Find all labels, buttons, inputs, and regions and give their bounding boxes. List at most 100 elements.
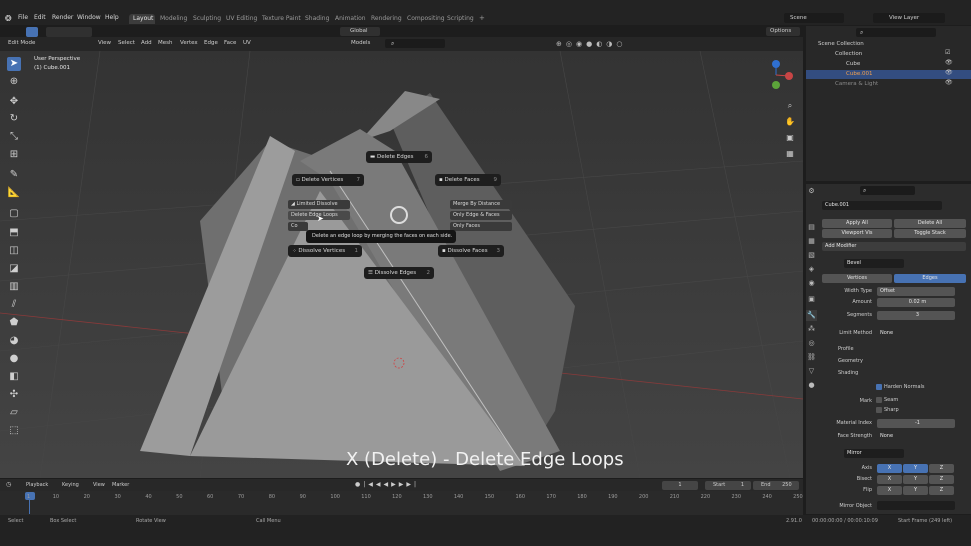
profile-subpanel[interactable]: Profile — [838, 346, 854, 352]
add-workspace-icon[interactable]: + — [479, 14, 485, 22]
delete-all-button[interactable]: Delete All — [894, 219, 966, 228]
mirror-modifier-name[interactable]: Mirror — [844, 449, 904, 458]
pie-dissolve-faces[interactable]: ▪ Dissolve Faces 3 — [438, 245, 504, 257]
geometry-subpanel[interactable]: Geometry — [838, 358, 863, 364]
smooth-tool[interactable]: ● — [7, 352, 21, 366]
viewport-search-input[interactable]: ⌕ — [385, 39, 445, 48]
constraints-tab-icon[interactable]: ⛓ — [806, 352, 817, 363]
pie-limited-dissolve[interactable]: ◢ Limited Dissolve — [288, 200, 350, 209]
viewport-vis-button[interactable]: Viewport Vis — [822, 229, 892, 238]
menu-mesh[interactable]: Mesh — [158, 40, 172, 46]
outliner-cube-001[interactable]: Cube.001 — [846, 70, 872, 79]
poly-build-tool[interactable]: ⬟ — [7, 316, 21, 330]
pie-only-faces[interactable]: Only Faces — [450, 222, 512, 231]
apply-all-button[interactable]: Apply All — [822, 219, 892, 228]
add-cube-tool[interactable]: ▢ — [7, 207, 21, 221]
cursor-tool[interactable]: ⊕ — [7, 75, 21, 89]
material-tab-icon[interactable]: ● — [806, 380, 817, 391]
visibility-icons[interactable]: ☑ 👁 👁 👁 — [945, 48, 953, 88]
scale-tool[interactable]: ⤡ — [7, 130, 21, 144]
sharp-checkbox[interactable] — [876, 407, 882, 413]
bisect-z-toggle[interactable]: Z — [929, 475, 954, 484]
camera-icon[interactable]: ▣ — [784, 130, 796, 146]
tab-rendering[interactable]: Rendering — [371, 15, 402, 22]
width-type-dropdown[interactable]: Offset — [877, 287, 955, 296]
physics-tab-icon[interactable]: ◎ — [806, 338, 817, 349]
menu-marker[interactable]: Marker — [112, 482, 129, 488]
tab-uv-editing[interactable]: UV Editing — [226, 15, 257, 22]
knife-tool[interactable]: ⫽ — [7, 298, 21, 312]
outliner-scene-collection[interactable]: Scene Collection — [818, 40, 864, 49]
tool-tab-icon[interactable]: ⚙ — [806, 186, 817, 197]
zoom-icon[interactable]: ⌕ — [784, 98, 796, 114]
seam-checkbox[interactable] — [876, 397, 882, 403]
harden-normals-checkbox[interactable] — [876, 384, 882, 390]
outliner-camera-light[interactable]: Camera & Light — [835, 80, 878, 89]
transform-orientation-dropdown[interactable]: Global — [340, 27, 380, 36]
bisect-x-toggle[interactable]: X — [877, 475, 902, 484]
properties-search-input[interactable]: ⌕ — [860, 186, 915, 195]
mode-dropdown[interactable]: Edit Mode — [8, 40, 35, 46]
menu-edit[interactable]: Edit — [34, 14, 46, 21]
annotate-tool[interactable]: ✎ — [7, 168, 21, 182]
outliner-search-input[interactable]: ⌕ — [856, 28, 936, 37]
menu-vertex[interactable]: Vertex — [180, 40, 198, 46]
mirror-object-field[interactable] — [877, 501, 955, 510]
object-tab-icon[interactable]: ▣ — [806, 294, 817, 305]
shear-tool[interactable]: ▱ — [7, 406, 21, 420]
pie-delete-vertices[interactable]: ▫ Delete Vertices 7 — [292, 174, 364, 186]
face-strength-dropdown[interactable]: None — [877, 432, 955, 441]
current-frame-field[interactable]: 1 — [662, 481, 698, 490]
viewport-shading-icons[interactable]: ⊕◎◉●◐◑○ — [556, 40, 627, 48]
bevel-tool[interactable]: ◪ — [7, 262, 21, 276]
menu-add[interactable]: Add — [141, 40, 152, 46]
tab-texture-paint[interactable]: Texture Paint — [262, 15, 301, 22]
menu-render[interactable]: Render — [52, 14, 73, 21]
measure-tool[interactable]: 📐 — [7, 186, 21, 200]
flip-z-toggle[interactable]: Z — [929, 486, 954, 495]
clock-icon[interactable]: ◷ — [6, 481, 11, 488]
menu-select[interactable]: Select — [118, 40, 135, 46]
tab-modeling[interactable]: Modeling — [160, 15, 187, 22]
bevel-edges-tab[interactable]: Edges — [894, 274, 966, 283]
rip-tool[interactable]: ⬚ — [7, 424, 21, 438]
toggle-stack-button[interactable]: Toggle Stack — [894, 229, 966, 238]
playback-controls[interactable]: ●|◀◀◀▶▶▶| — [355, 481, 419, 488]
menu-face[interactable]: Face — [224, 40, 236, 46]
edge-slide-tool[interactable]: ◧ — [7, 370, 21, 384]
menu-timeline-view[interactable]: View — [93, 482, 105, 488]
segments-field[interactable]: 3 — [877, 311, 955, 320]
outliner-cube[interactable]: Cube — [846, 60, 860, 69]
extrude-tool[interactable]: ⬒ — [7, 226, 21, 240]
tab-shading[interactable]: Shading — [305, 15, 329, 22]
bevel-vertices-tab[interactable]: Vertices — [822, 274, 892, 283]
tab-animation[interactable]: Animation — [335, 15, 366, 22]
menu-help[interactable]: Help — [105, 14, 119, 21]
3d-viewport[interactable] — [0, 51, 803, 478]
pie-collapse[interactable]: Co — [288, 222, 308, 231]
tab-sculpting[interactable]: Sculpting — [193, 15, 221, 22]
pie-merge-by-distance[interactable]: Merge By Distance — [450, 200, 512, 209]
pie-dissolve-edges[interactable]: ☰ Dissolve Edges 2 — [364, 267, 434, 279]
grid-icon[interactable]: ▦ — [784, 146, 796, 162]
material-index-field[interactable]: -1 — [877, 419, 955, 428]
scene-selector[interactable]: Scene — [784, 13, 844, 23]
menu-file[interactable]: File — [18, 14, 28, 21]
select-box-tool[interactable]: ➤ — [7, 57, 21, 71]
select-tool-mode-button[interactable] — [26, 27, 38, 37]
select-mode-toggles[interactable] — [46, 27, 92, 37]
pie-delete-faces[interactable]: ▪ Delete Faces 9 — [435, 174, 501, 186]
shading-subpanel[interactable]: Shading — [838, 370, 858, 376]
view-layer-selector[interactable]: View Layer — [873, 13, 945, 23]
amount-field[interactable]: 0.02 m — [877, 298, 955, 307]
rotate-tool[interactable]: ↻ — [7, 112, 21, 126]
axis-x-toggle[interactable]: X — [877, 464, 902, 473]
world-tab-icon[interactable]: ◉ — [806, 278, 817, 289]
models-dropdown[interactable]: Models — [341, 39, 383, 48]
menu-uv[interactable]: UV — [243, 40, 251, 46]
spin-tool[interactable]: ◕ — [7, 334, 21, 348]
menu-window[interactable]: Window — [77, 14, 101, 21]
pie-delete-edges[interactable]: ▬ Delete Edges 6 — [366, 151, 432, 163]
menu-keying[interactable]: Keying — [62, 482, 79, 488]
flip-x-toggle[interactable]: X — [877, 486, 902, 495]
